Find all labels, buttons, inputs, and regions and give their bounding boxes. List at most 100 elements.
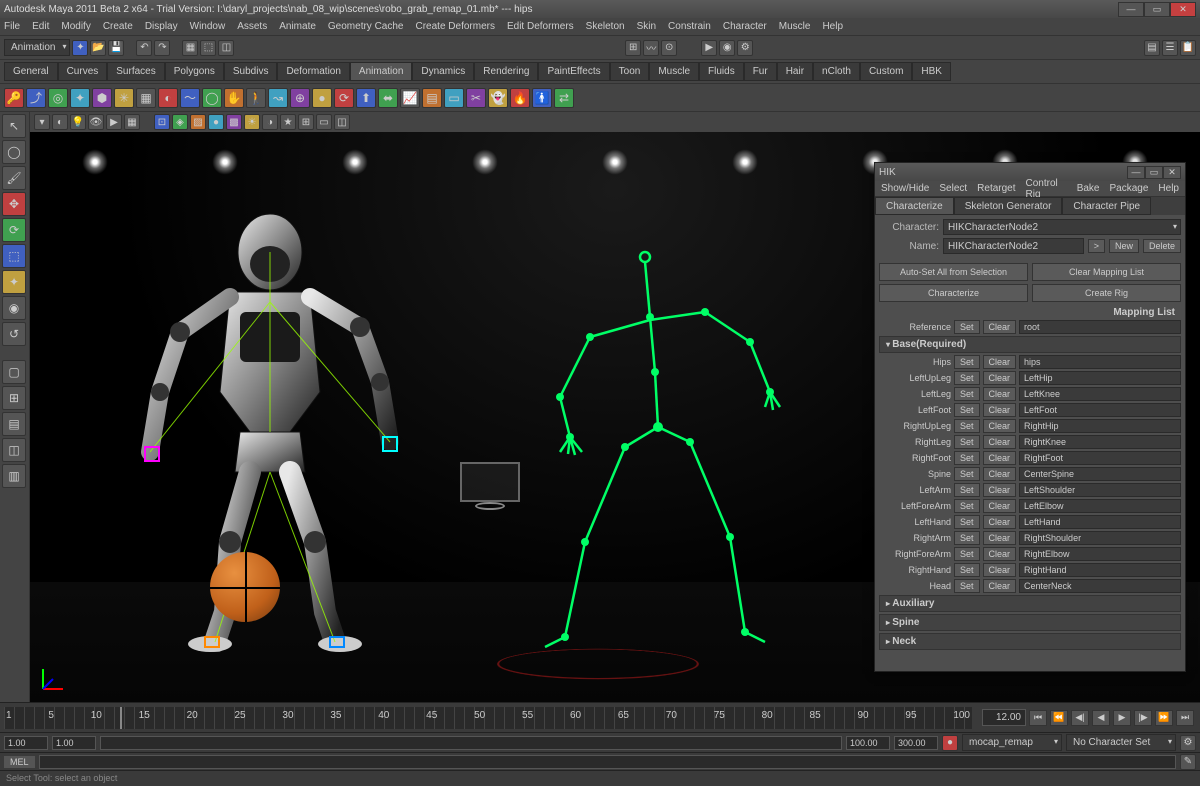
hik-tab-characterize[interactable]: Characterize (875, 197, 954, 215)
shelf-bind-icon[interactable]: ⬢ (92, 88, 112, 108)
menu-window[interactable]: Window (190, 21, 226, 32)
vp-xray-icon[interactable]: ◈ (172, 114, 188, 130)
anim-end-field[interactable]: 300.00 (894, 736, 938, 750)
mapping-value[interactable]: CenterSpine (1019, 467, 1181, 481)
render-settings-icon[interactable]: ⚙ (737, 40, 753, 56)
minimize-button[interactable]: — (1118, 2, 1144, 17)
rewind-button[interactable]: ⏮ (1029, 710, 1047, 726)
mapping-value[interactable]: LeftHand (1019, 515, 1181, 529)
mapping-set-button[interactable]: Set (954, 579, 980, 593)
hik-minimize-icon[interactable]: — (1127, 166, 1145, 179)
vp-smooth-icon[interactable]: ● (208, 114, 224, 130)
hik-menu-package[interactable]: Package (1110, 183, 1149, 194)
mapping-clear-button[interactable]: Clear (983, 387, 1017, 401)
mapping-clear-button[interactable]: Clear (983, 499, 1017, 513)
vp-grid-icon[interactable]: ⊞ (298, 114, 314, 130)
render-icon[interactable]: ▶ (701, 40, 717, 56)
paint-select-icon[interactable]: 🖌 (2, 166, 26, 190)
maximize-button[interactable]: ▭ (1144, 2, 1170, 17)
hypershade-icon[interactable]: ◫ (2, 438, 26, 462)
snap-curve-icon[interactable]: 〰 (643, 40, 659, 56)
shelf-dope-icon[interactable]: ▤ (422, 88, 442, 108)
soft-mod-icon[interactable]: ◉ (2, 296, 26, 320)
characterize-button[interactable]: Characterize (879, 284, 1028, 302)
range-slider[interactable] (100, 736, 842, 750)
hik-menu-bake[interactable]: Bake (1077, 183, 1100, 194)
mapping-set-button[interactable]: Set (954, 387, 980, 401)
shelf-path-icon[interactable]: ↝ (268, 88, 288, 108)
mapping-clear-button[interactable]: Clear (983, 579, 1017, 593)
undo-icon[interactable]: ↶ (136, 40, 152, 56)
current-time-marker[interactable] (120, 707, 122, 729)
save-scene-icon[interactable]: 💾 (108, 40, 124, 56)
shelf-blend-icon[interactable]: ◐ (158, 88, 178, 108)
reference-value[interactable]: root (1019, 320, 1181, 334)
shelf-tab-fur[interactable]: Fur (744, 62, 777, 81)
mapping-value[interactable]: RightKnee (1019, 435, 1181, 449)
vp-panels-icon[interactable]: ▦ (124, 114, 140, 130)
shelf-orient-icon[interactable]: ⟳ (334, 88, 354, 108)
shelf-bake-icon[interactable]: 🔥 (510, 88, 530, 108)
mapping-clear-button[interactable]: Clear (983, 419, 1017, 433)
forward-end-button[interactable]: ⏭ (1176, 710, 1194, 726)
playback-prefs-icon[interactable]: ⚙ (1180, 735, 1196, 751)
shelf-tab-fluids[interactable]: Fluids (699, 62, 744, 81)
shelf-joint-icon[interactable]: ◎ (48, 88, 68, 108)
vp-renderer-icon[interactable]: ▶ (106, 114, 122, 130)
mapping-clear-button[interactable]: Clear (983, 435, 1017, 449)
reference-set-button[interactable]: Set (954, 320, 980, 334)
anim-layer-dropdown[interactable]: mocap_remap (962, 734, 1062, 751)
layout-icon[interactable]: ▤ (1144, 40, 1160, 56)
mapping-clear-button[interactable]: Clear (983, 547, 1017, 561)
mapping-clear-button[interactable]: Clear (983, 515, 1017, 529)
snap-grid-icon[interactable]: ⊞ (625, 40, 641, 56)
new-button[interactable]: New (1109, 239, 1139, 253)
shelf-tab-toon[interactable]: Toon (610, 62, 650, 81)
last-tool-icon[interactable]: ↺ (2, 322, 26, 346)
move-tool-icon[interactable]: ✥ (2, 192, 26, 216)
hik-skeleton[interactable] (470, 242, 790, 662)
mapping-set-button[interactable]: Set (954, 499, 980, 513)
mapping-clear-button[interactable]: Clear (983, 563, 1017, 577)
character-dropdown[interactable]: HIKCharacterNode2 (943, 219, 1181, 235)
menu-assets[interactable]: Assets (237, 21, 267, 32)
shelf-tab-custom[interactable]: Custom (860, 62, 912, 81)
vp-shading-icon[interactable]: ◐ (52, 114, 68, 130)
shelf-tab-surfaces[interactable]: Surfaces (107, 62, 164, 81)
shelf-parent-icon[interactable]: ⬆ (356, 88, 376, 108)
clear-mapping-button[interactable]: Clear Mapping List (1032, 263, 1181, 281)
menu-animate[interactable]: Animate (279, 21, 316, 32)
menu-skeleton[interactable]: Skeleton (586, 21, 625, 32)
playback-start-field[interactable]: 1.00 (52, 736, 96, 750)
section-base[interactable]: Base(Required) (879, 336, 1181, 353)
time-slider-track[interactable]: 1510152025303540455055606570758085909510… (4, 707, 972, 729)
menu-geocache[interactable]: Geometry Cache (328, 21, 404, 32)
menu-display[interactable]: Display (145, 21, 178, 32)
hik-tab-char-pipe[interactable]: Character Pipe (1062, 197, 1151, 215)
single-view-icon[interactable]: ▢ (2, 360, 26, 384)
mapping-set-button[interactable]: Set (954, 419, 980, 433)
character-set-dropdown[interactable]: No Character Set (1066, 734, 1176, 751)
mapping-set-button[interactable]: Set (954, 531, 980, 545)
shelf-ik-icon[interactable]: ⤴ (26, 88, 46, 108)
menu-muscle[interactable]: Muscle (779, 21, 811, 32)
persp-outliner-icon[interactable]: ▤ (2, 412, 26, 436)
menu-skin[interactable]: Skin (637, 21, 656, 32)
section-neck[interactable]: Neck (879, 633, 1181, 650)
rotate-tool-icon[interactable]: ⟳ (2, 218, 26, 242)
shelf-aim-icon[interactable]: ⊕ (290, 88, 310, 108)
channel-box-icon[interactable]: ☰ (1162, 40, 1178, 56)
shelf-pose-icon[interactable]: 🚶 (246, 88, 266, 108)
hik-menu-showhide[interactable]: Show/Hide (881, 183, 929, 194)
select-component-icon[interactable]: ◫ (218, 40, 234, 56)
script-editor-icon[interactable]: ✎ (1180, 754, 1196, 770)
redo-icon[interactable]: ↷ (154, 40, 170, 56)
playback-end-field[interactable]: 100.00 (846, 736, 890, 750)
vp-hq-icon[interactable]: ★ (280, 114, 296, 130)
attr-editor-icon[interactable]: 📋 (1180, 40, 1196, 56)
hik-close-icon[interactable]: ✕ (1163, 166, 1181, 179)
mapping-set-button[interactable]: Set (954, 355, 980, 369)
manip-tool-icon[interactable]: ✦ (2, 270, 26, 294)
mapping-value[interactable]: CenterNeck (1019, 579, 1181, 593)
menu-edit[interactable]: Edit (32, 21, 49, 32)
